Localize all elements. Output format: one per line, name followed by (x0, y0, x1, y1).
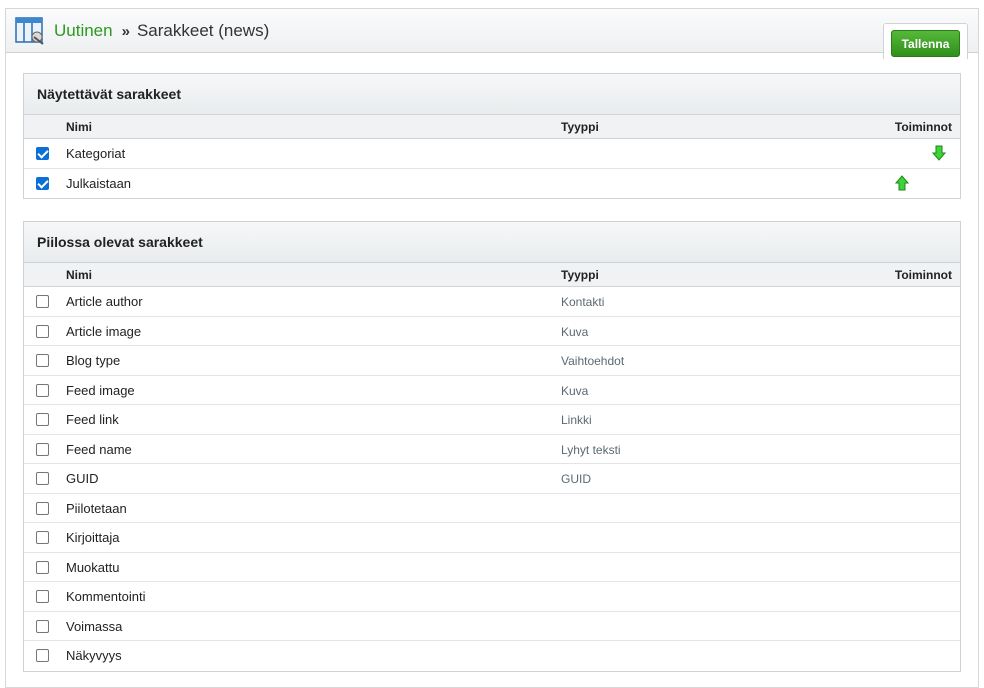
breadcrumb-link-uutinen[interactable]: Uutinen (54, 21, 113, 40)
row-checkbox[interactable] (36, 295, 49, 308)
save-tab: Tallenna (883, 23, 968, 59)
row-type: Vaihtoehdot (561, 354, 625, 368)
table-row: Feed image Kuva (24, 376, 960, 405)
table-row: Näkyvyys (24, 641, 960, 671)
row-name: Näkyvyys (66, 648, 122, 663)
hidden-columns-panel: Piilossa olevat sarakkeet Nimi Tyyppi To… (23, 221, 961, 672)
row-name: Feed image (66, 382, 135, 398)
row-name: Voimassa (66, 618, 123, 634)
table-row: Kategoriat (24, 139, 960, 169)
breadcrumb-separator: » (121, 23, 130, 40)
row-type: Kontakti (561, 295, 605, 309)
row-type: Kuva (561, 383, 589, 398)
page-header: Uutinen » Sarakkeet (news) Tallenna (6, 9, 978, 59)
row-checkbox[interactable] (36, 531, 49, 544)
row-checkbox[interactable] (36, 147, 49, 160)
row-checkbox[interactable] (36, 472, 49, 485)
row-type: Kuva (561, 324, 589, 339)
row-checkbox[interactable] (36, 649, 49, 662)
table-row: Piilotetaan (24, 494, 960, 523)
column-header-type: Tyyppi (561, 268, 599, 282)
row-name: Feed name (66, 441, 132, 457)
table-row: Julkaistaan (24, 169, 960, 199)
row-checkbox[interactable] (36, 354, 49, 367)
row-name: Kategoriat (66, 146, 126, 161)
row-checkbox[interactable] (36, 501, 49, 515)
row-name: Kirjoittaja (66, 530, 120, 545)
panel-title: Piilossa olevat sarakkeet (24, 222, 960, 263)
row-name: Kommentointi (66, 589, 146, 604)
breadcrumb: Uutinen » Sarakkeet (news) (54, 21, 269, 42)
content-frame: Uutinen » Sarakkeet (news) Tallenna Näytet… (5, 8, 979, 688)
column-header-name: Nimi (66, 120, 93, 134)
row-name: Article image (66, 323, 142, 339)
row-checkbox[interactable] (36, 619, 49, 633)
page-title: Sarakkeet (news) (136, 21, 270, 40)
table-row: Article author Kontakti (24, 287, 960, 317)
row-type: Linkki (561, 413, 592, 427)
row-type: GUID (561, 472, 591, 486)
row-name: Piilotetaan (66, 500, 127, 516)
table-row: Muokattu (24, 553, 960, 582)
arrow-down-icon[interactable] (932, 145, 946, 161)
table-row: Kirjoittaja (24, 523, 960, 553)
row-name: Article author (66, 294, 143, 309)
column-header-name: Nimi (66, 268, 93, 282)
row-checkbox[interactable] (36, 324, 49, 338)
row-checkbox[interactable] (36, 560, 49, 574)
table-row: Voimassa (24, 612, 960, 641)
table-row: Blog type Vaihtoehdot (24, 346, 960, 376)
save-button[interactable]: Tallenna (891, 30, 960, 57)
row-name: Feed link (66, 412, 119, 427)
table-row: Feed link Linkki (24, 405, 960, 435)
visible-columns-panel: Näytettävät sarakkeet Nimi Tyyppi Toimin… (23, 73, 961, 199)
row-checkbox[interactable] (36, 176, 49, 190)
row-name: Julkaistaan (66, 175, 132, 191)
arrow-up-icon[interactable] (895, 174, 909, 191)
column-header-row: Nimi Tyyppi Toiminnot (24, 115, 960, 139)
column-header-type: Tyyppi (561, 120, 599, 134)
row-name: GUID (66, 471, 99, 486)
row-checkbox[interactable] (36, 383, 49, 397)
column-header-actions: Toiminnot (894, 120, 952, 134)
table-row: Feed name Lyhyt teksti (24, 435, 960, 464)
row-checkbox[interactable] (36, 413, 49, 426)
row-name: Muokattu (66, 559, 120, 575)
column-header-actions: Toiminnot (894, 268, 952, 282)
table-row: Kommentointi (24, 582, 960, 612)
hidden-columns-list: Article author Kontakti Article image Kuva B… (24, 287, 960, 671)
column-header-row: Nimi Tyyppi Toiminnot (24, 263, 960, 287)
visible-columns-list: Kategoriat Julkaistaan (24, 139, 960, 198)
table-row: Article image Kuva (24, 317, 960, 346)
row-name: Blog type (66, 353, 121, 368)
row-checkbox[interactable] (36, 590, 49, 603)
panel-title: Näytettävät sarakkeet (24, 74, 960, 115)
table-row: GUID GUID (24, 464, 960, 494)
row-type: Lyhyt teksti (561, 442, 621, 457)
table-columns-icon (15, 17, 44, 45)
row-checkbox[interactable] (36, 442, 49, 456)
